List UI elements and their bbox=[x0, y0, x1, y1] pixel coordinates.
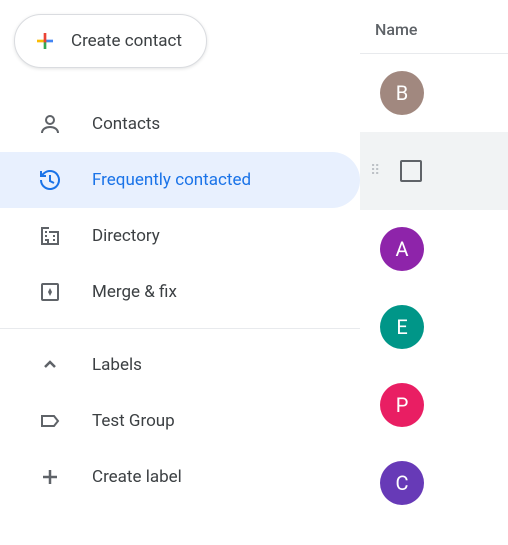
avatar: E bbox=[380, 305, 424, 349]
labels-section: Labels Test Group Create label bbox=[0, 337, 360, 505]
chevron-up-icon bbox=[38, 353, 62, 377]
domain-icon bbox=[38, 224, 62, 248]
contact-row[interactable]: E bbox=[360, 288, 508, 366]
label-item-label: Test Group bbox=[92, 411, 175, 431]
nav-item-directory[interactable]: Directory bbox=[0, 208, 360, 264]
nav-item-merge-fix[interactable]: Merge & fix bbox=[0, 264, 360, 320]
nav-item-label: Contacts bbox=[92, 114, 160, 134]
labels-header[interactable]: Labels bbox=[0, 337, 360, 393]
column-header-name[interactable]: Name bbox=[360, 0, 508, 54]
create-contact-label: Create contact bbox=[71, 31, 182, 51]
nav-item-label: Frequently contacted bbox=[92, 170, 251, 190]
avatar: C bbox=[380, 461, 424, 505]
nav-item-label: Merge & fix bbox=[92, 282, 177, 302]
label-item-test-group[interactable]: Test Group bbox=[0, 393, 360, 449]
nav-list: Contacts Frequently contacted Directory bbox=[0, 96, 360, 320]
create-label-button[interactable]: Create label bbox=[0, 449, 360, 505]
history-icon bbox=[38, 168, 62, 192]
avatar-initial: P bbox=[396, 393, 409, 417]
avatar-initial: A bbox=[395, 237, 408, 261]
label-icon bbox=[38, 409, 62, 433]
divider bbox=[0, 328, 360, 329]
contact-row[interactable]: A bbox=[360, 210, 508, 288]
main-content: Name B ⠿ A E P C bbox=[360, 0, 508, 545]
avatar: P bbox=[380, 383, 424, 427]
plus-multicolor-icon bbox=[33, 29, 57, 53]
sidebar: Create contact Contacts Frequently conta… bbox=[0, 0, 360, 545]
contact-row[interactable]: ⠿ bbox=[360, 132, 508, 210]
labels-header-label: Labels bbox=[92, 355, 142, 375]
nav-item-label: Directory bbox=[92, 226, 160, 246]
nav-item-frequently-contacted[interactable]: Frequently contacted bbox=[0, 152, 360, 208]
nav-item-contacts[interactable]: Contacts bbox=[0, 96, 360, 152]
merge-fix-icon bbox=[38, 280, 62, 304]
create-contact-button[interactable]: Create contact bbox=[14, 14, 207, 68]
avatar-initial: B bbox=[396, 81, 408, 105]
person-icon bbox=[38, 112, 62, 136]
create-label-label: Create label bbox=[92, 467, 182, 487]
contact-checkbox[interactable] bbox=[400, 160, 422, 182]
contact-row[interactable]: B bbox=[360, 54, 508, 132]
avatar-initial: C bbox=[395, 471, 408, 495]
drag-handle-icon[interactable]: ⠿ bbox=[370, 168, 382, 175]
contact-row[interactable]: C bbox=[360, 444, 508, 522]
avatar-initial: E bbox=[396, 315, 407, 339]
plus-icon bbox=[38, 465, 62, 489]
avatar: B bbox=[380, 71, 424, 115]
contact-row[interactable]: P bbox=[360, 366, 508, 444]
avatar: A bbox=[380, 227, 424, 271]
